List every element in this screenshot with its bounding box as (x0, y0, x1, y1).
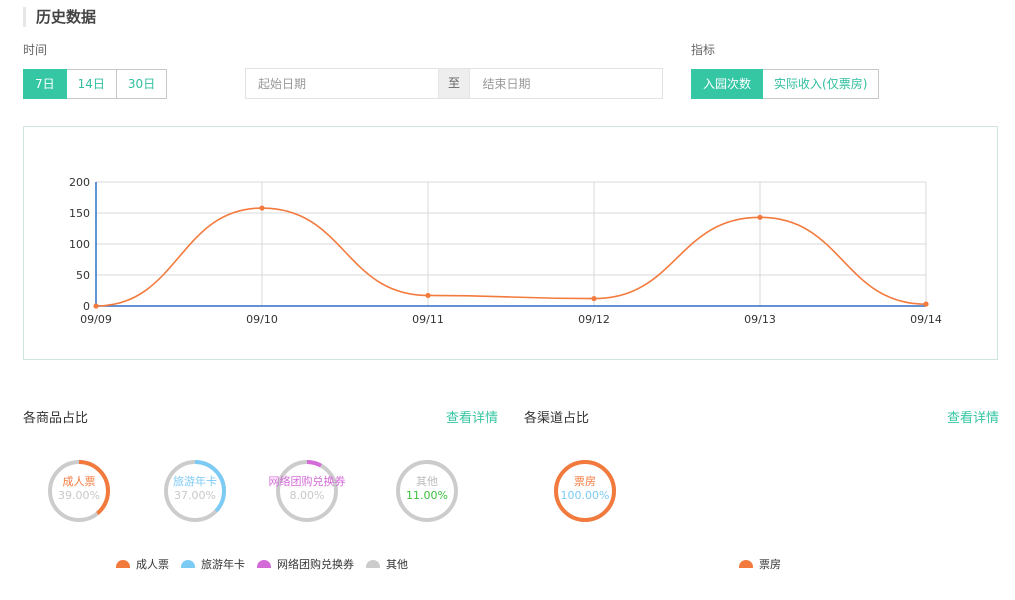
section-header: 历史数据 (23, 7, 96, 27)
legend-item[interactable]: 成人票 (116, 556, 169, 572)
donut-percent: 8.00% (289, 489, 325, 502)
date-range-picker: 至 (245, 68, 663, 99)
donut-percent: 11.00% (406, 489, 448, 502)
x-tick-label: 09/10 (246, 313, 278, 326)
y-tick-label: 200 (69, 176, 90, 189)
legend-swatch-icon (257, 560, 271, 568)
products-details-link[interactable]: 查看详情 (446, 407, 498, 426)
donut-label: 旅游年卡 37.00% (152, 475, 238, 503)
donut-label: 其他 11.00% (384, 475, 470, 503)
legend-swatch-icon (739, 560, 753, 568)
x-tick-label: 09/14 (910, 313, 942, 326)
legend-label: 成人票 (136, 558, 169, 571)
data-point (591, 295, 597, 302)
donut-label: 网络团购兑换券 8.00% (264, 475, 350, 503)
x-tick-label: 09/13 (744, 313, 776, 326)
range-30d-button[interactable]: 30日 (116, 69, 168, 99)
data-point (93, 303, 99, 309)
donut-name: 网络团购兑换券 (268, 475, 346, 488)
metric-button-group: 入园次数 实际收入(仅票房) (691, 69, 880, 99)
line-chart: 0 50 100 150 200 09/09 09/10 09/11 09/12 09/13 09/… (69, 176, 942, 326)
legend-label: 旅游年卡 (201, 558, 245, 571)
legend-swatch-icon (181, 560, 195, 568)
channels-legend: 票房 (739, 556, 793, 572)
end-date-input[interactable] (470, 69, 662, 98)
legend-item[interactable]: 其他 (366, 556, 408, 572)
range-14d-button[interactable]: 14日 (66, 69, 117, 99)
channels-title: 各渠道占比 (524, 411, 590, 426)
time-label: 时间 (23, 43, 48, 57)
range-7d-button[interactable]: 7日 (23, 69, 67, 99)
donut-name: 其他 (416, 475, 438, 488)
y-tick-label: 150 (69, 207, 90, 220)
channel-donut: 票房 100.00% (552, 458, 618, 524)
channels-details-link[interactable]: 查看详情 (947, 407, 999, 426)
legend-swatch-icon (366, 560, 380, 568)
line-chart-panel: 0 50 100 150 200 09/09 09/10 09/11 09/12 09/13 09/… (23, 126, 998, 360)
products-legend: 成人票 旅游年卡 网络团购兑换券 其他 (116, 556, 420, 572)
legend-swatch-icon (116, 560, 130, 568)
metric-label: 指标 (691, 43, 716, 57)
y-tick-label: 100 (69, 238, 90, 251)
x-tick-label: 09/09 (80, 313, 112, 326)
legend-label: 票房 (759, 558, 781, 571)
donut-percent: 37.00% (174, 489, 216, 502)
donut-percent: 39.00% (58, 489, 100, 502)
product-donut: 其他 11.00% (394, 458, 460, 524)
date-range-separator: 至 (437, 69, 471, 98)
product-donut: 旅游年卡 37.00% (162, 458, 228, 524)
legend-label: 其他 (386, 558, 408, 571)
metric-visits-button[interactable]: 入园次数 (691, 69, 764, 99)
series-line (95, 207, 927, 307)
products-title: 各商品占比 (23, 411, 89, 426)
donut-label: 票房 100.00% (542, 475, 628, 503)
legend-label: 网络团购兑换券 (277, 558, 354, 571)
x-tick-label: 09/12 (578, 313, 610, 326)
donut-label: 成人票 39.00% (36, 475, 122, 503)
data-point (259, 205, 265, 211)
y-tick-label: 50 (76, 269, 90, 282)
legend-item[interactable]: 网络团购兑换券 (257, 556, 354, 572)
start-date-input[interactable] (246, 69, 438, 98)
section-title: 历史数据 (36, 8, 97, 26)
data-point (923, 301, 929, 307)
y-tick-label: 0 (83, 300, 90, 313)
data-point (757, 214, 763, 220)
donut-name: 成人票 (62, 475, 96, 488)
x-tick-label: 09/11 (412, 313, 444, 326)
metric-revenue-button[interactable]: 实际收入(仅票房) (763, 69, 880, 99)
range-button-group: 7日 14日 30日 (23, 69, 168, 99)
legend-item[interactable]: 票房 (739, 556, 781, 572)
legend-item[interactable]: 旅游年卡 (181, 556, 245, 572)
product-donut: 网络团购兑换券 8.00% (269, 458, 346, 524)
data-point (425, 292, 431, 299)
donut-percent: 100.00% (560, 489, 610, 502)
donut-name: 旅游年卡 (173, 475, 217, 488)
product-donut: 成人票 39.00% (46, 458, 112, 524)
donut-name: 票房 (574, 475, 596, 488)
